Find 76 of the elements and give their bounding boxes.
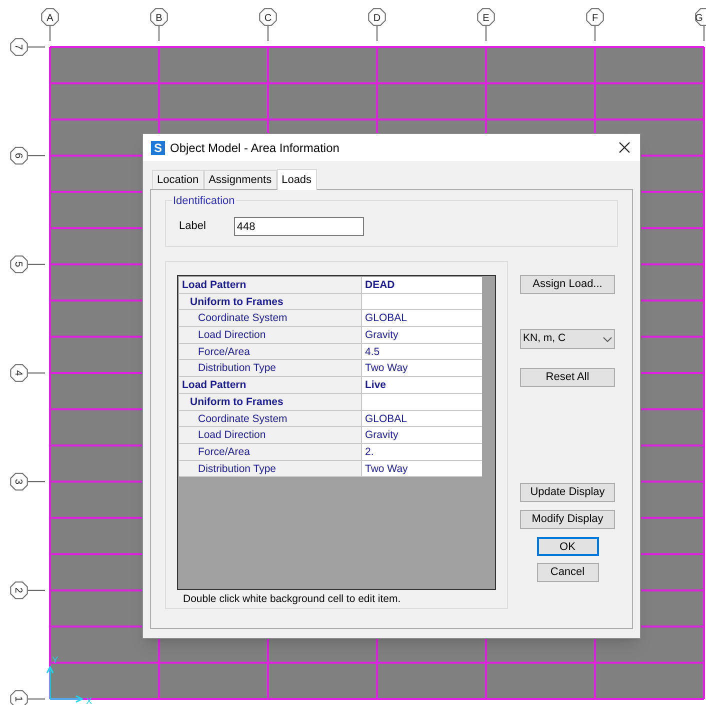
grid-bubble <box>10 256 28 274</box>
table-cell: Load Direction <box>179 327 362 344</box>
table-cell: Gravity <box>362 427 482 444</box>
table-cell: Two Way <box>362 360 482 378</box>
leader-line <box>28 155 46 156</box>
dialog-button[interactable]: Cancel <box>536 563 598 582</box>
grid-label: B <box>156 13 162 24</box>
dialog-button[interactable]: Modify Display <box>520 510 615 529</box>
grid-label: 4 <box>12 370 24 376</box>
table-cell: Coordinate System <box>179 410 362 428</box>
leader-line <box>376 26 378 42</box>
table-cell: 2. <box>362 444 482 461</box>
hint-text: Double click white background cell to edit item. <box>182 592 402 608</box>
units-dropdown[interactable]: KN, m, C <box>520 329 615 349</box>
leader-line <box>28 590 46 591</box>
grid-label: 6 <box>12 152 24 158</box>
grid-label: 2 <box>12 588 24 594</box>
table-cell: Force/Area <box>179 344 362 360</box>
grid-label: A <box>46 13 54 24</box>
table-cell: Distribution Type <box>179 360 362 378</box>
dialog-button[interactable]: Assign Load... <box>520 275 615 294</box>
close-icon[interactable] <box>619 142 630 153</box>
leader-line <box>158 26 160 42</box>
table-cell: Two Way <box>362 460 482 478</box>
table-cell: Uniform to Frames <box>179 294 362 310</box>
window-title: Object Model - Area Information <box>170 140 340 156</box>
grid-bubble <box>10 472 28 490</box>
grid-bubble <box>150 8 168 26</box>
table-cell: 4.5 <box>362 344 482 360</box>
dialog-button[interactable]: Update Display <box>520 483 615 502</box>
grid-label: E <box>482 13 490 24</box>
grid-bubble <box>477 8 495 26</box>
leader-line <box>28 481 46 482</box>
tab[interactable]: Loads <box>276 169 317 190</box>
tab[interactable]: Assignments <box>204 170 277 189</box>
grid-bubble <box>10 582 28 600</box>
table-cell: GLOBAL <box>362 310 482 328</box>
label-field[interactable]: 448 <box>234 217 364 236</box>
grid-label: 5 <box>12 262 24 268</box>
dialog-button[interactable]: Reset All <box>520 368 615 387</box>
grid-bubble <box>41 8 59 26</box>
app-logo-icon: S <box>151 140 165 154</box>
field-label: Label <box>179 219 206 234</box>
table-cell: Load Pattern <box>179 377 362 394</box>
grid-label: 3 <box>12 478 24 484</box>
grid-bubble <box>368 8 386 26</box>
chevron-down-icon <box>603 336 612 342</box>
tab[interactable]: Location <box>152 170 204 189</box>
table-cell: Load Direction <box>179 427 362 444</box>
ok-button[interactable]: OK <box>536 537 598 556</box>
grid-bubble <box>10 38 28 56</box>
leader-line <box>28 372 46 374</box>
grid-bubble <box>259 8 277 26</box>
table-cell: Gravity <box>362 327 482 344</box>
grid-label: C <box>264 13 272 24</box>
grid-bubble <box>10 364 28 382</box>
grid-bubble <box>10 146 28 164</box>
grid-bubble <box>586 8 604 26</box>
table-cell: Live <box>362 377 482 394</box>
y-axis-arrow <box>46 665 54 699</box>
table-cell: Coordinate System <box>179 310 362 328</box>
grid-label: 7 <box>12 44 24 50</box>
table-cell: GLOBAL <box>362 410 482 428</box>
table-cell: Force/Area <box>179 444 362 461</box>
leader-line <box>594 26 596 42</box>
table-cell: Uniform to Frames <box>179 394 362 410</box>
leader-line <box>28 264 46 265</box>
table-cell: DEAD <box>362 277 482 294</box>
leader-line <box>28 698 46 700</box>
table-cell: Distribution Type <box>179 460 362 478</box>
x-axis-arrow <box>50 695 84 703</box>
table-cell: Load Pattern <box>179 277 362 294</box>
leader-line <box>28 46 46 48</box>
grid-label: F <box>592 13 598 24</box>
grid-label: 1 <box>12 696 24 702</box>
grid-label: D <box>373 13 381 24</box>
